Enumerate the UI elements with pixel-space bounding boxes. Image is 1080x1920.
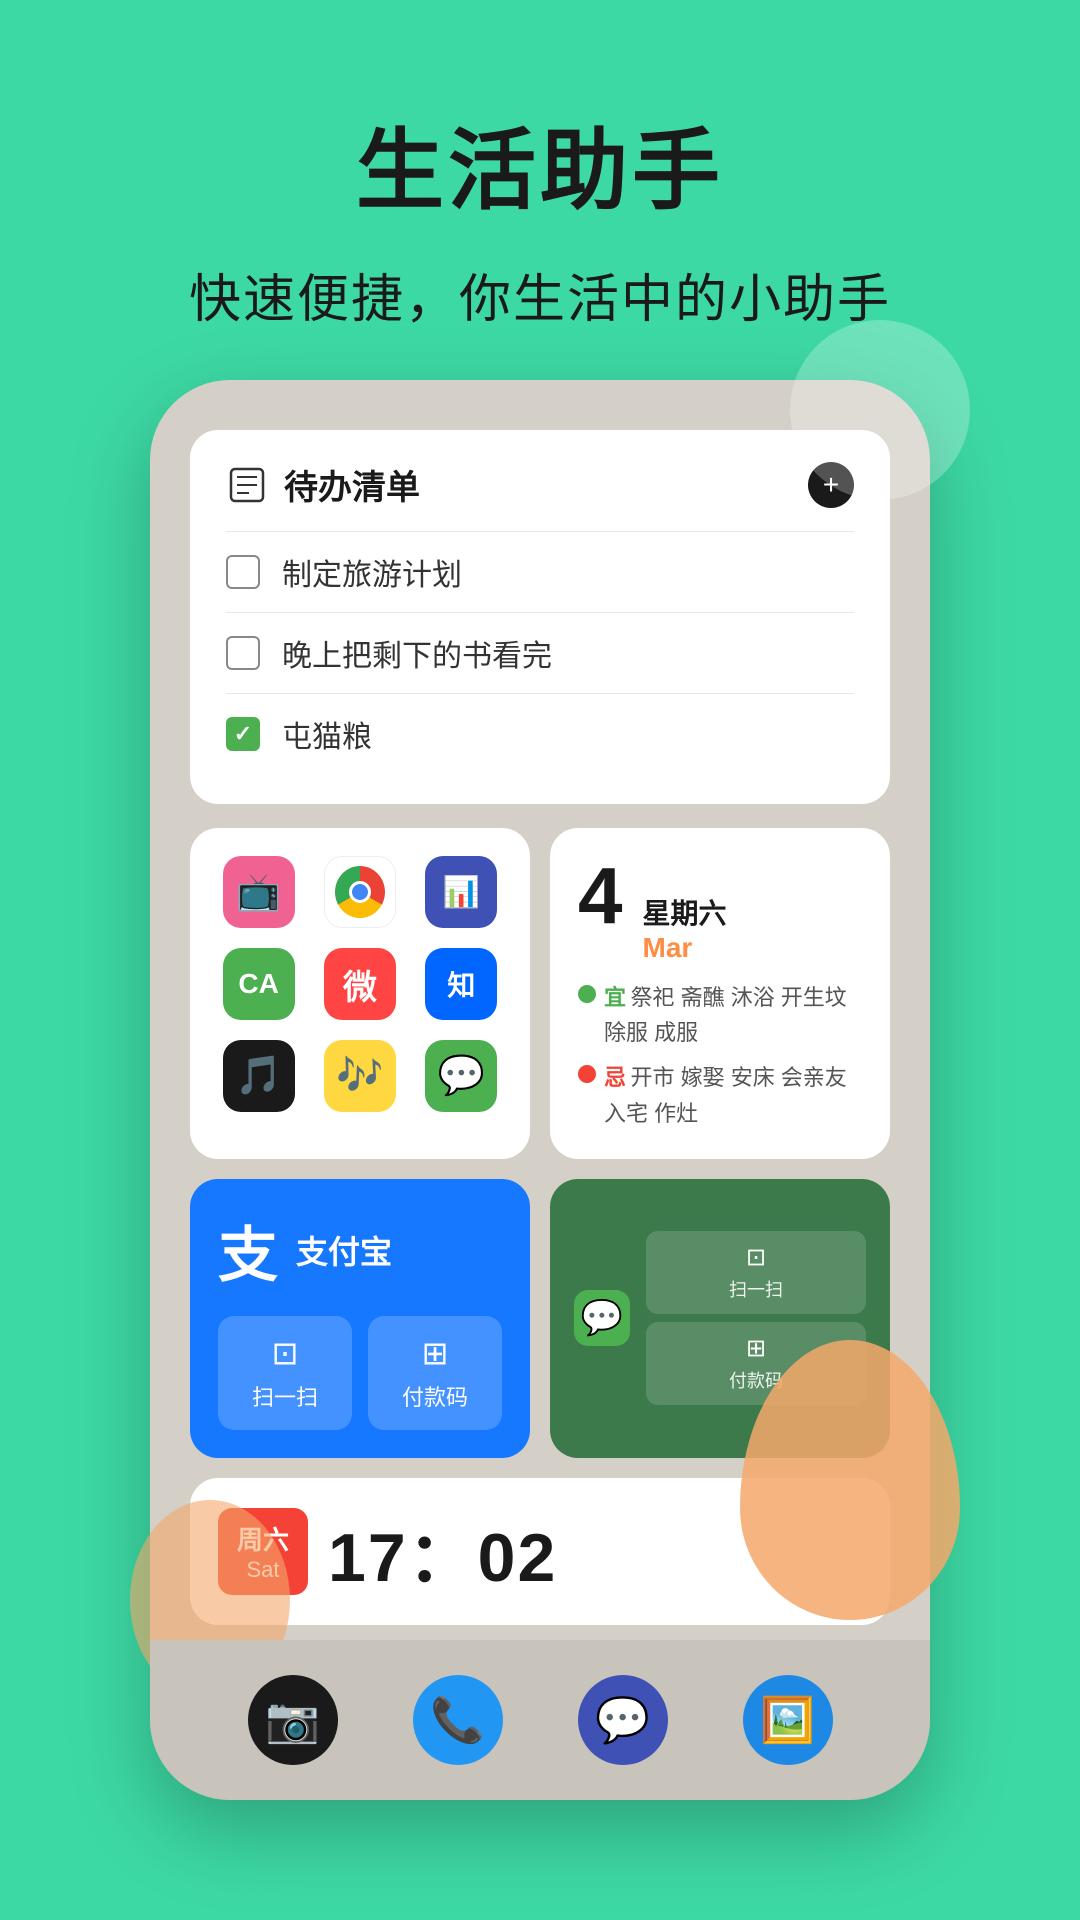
alipay-payment-label: 付款码 xyxy=(402,1380,468,1412)
widgets-row-1: 📺 📊 CA 微 知 🎵 🎶 💬 4 星期六 Ma xyxy=(190,828,890,1159)
alipay-payment-button[interactable]: ⊞ 付款码 xyxy=(368,1316,502,1430)
deco-shape-top xyxy=(790,320,970,500)
wechat-logo[interactable]: 💬 xyxy=(574,1290,630,1346)
todo-text-1: 制定旅游计划 xyxy=(282,550,462,594)
dock: 📷 📞 💬 🖼️ xyxy=(150,1640,930,1800)
checkbox-2[interactable] xyxy=(226,636,260,670)
todo-text-3: 屯猫粮 xyxy=(282,712,372,756)
alipay-scan-icon: ⊡ xyxy=(272,1334,299,1372)
cal-weekday: 星期六 xyxy=(643,892,727,932)
wechat-scan-icon: ⊡ xyxy=(746,1243,766,1272)
alipay-widget: 支 支付宝 ⊡ 扫一扫 ⊞ 付款码 xyxy=(190,1179,530,1458)
wechat-scan-button[interactable]: ⊡ 扫一扫 xyxy=(646,1231,866,1314)
app-icon-tiktok[interactable]: 🎵 xyxy=(223,1040,295,1112)
checkbox-1[interactable] xyxy=(226,555,260,589)
todo-header-left: 待办清单 xyxy=(226,460,420,509)
alipay-payment-icon: ⊞ xyxy=(422,1334,449,1372)
dock-camera[interactable]: 📷 xyxy=(248,1675,338,1765)
cal-date-row: 4 星期六 Mar xyxy=(578,856,862,964)
cal-date-meta: 星期六 Mar xyxy=(643,892,727,964)
todo-list-icon xyxy=(226,464,268,506)
dock-phone[interactable]: 📞 xyxy=(413,1675,503,1765)
inauspicious-items: 开市 嫁娶 安床 会亲友 入宅 作灶 xyxy=(604,1065,847,1125)
alipay-buttons: ⊡ 扫一扫 ⊞ 付款码 xyxy=(218,1316,502,1430)
dock-message[interactable]: 💬 xyxy=(578,1675,668,1765)
calendar-widget: 4 星期六 Mar 宜 祭祀 斋醮 沐浴 开生坟 除服 成服 xyxy=(550,828,890,1159)
auspicious-items: 祭祀 斋醮 沐浴 开生坟 除服 成服 xyxy=(604,985,847,1045)
app-icon-analytics[interactable]: 📊 xyxy=(425,856,497,928)
cal-date: 4 xyxy=(578,856,623,936)
app-icon-tv[interactable]: 📺 xyxy=(223,856,295,928)
todo-item-3[interactable]: 屯猫粮 xyxy=(226,693,854,774)
phone-mockup: 待办清单 + 制定旅游计划 晚上把剩下的书看完 屯猫粮 📺 xyxy=(150,380,930,1800)
app-icon-wechat[interactable]: 💬 xyxy=(425,1040,497,1112)
alipay-scan-button[interactable]: ⊡ 扫一扫 xyxy=(218,1316,352,1430)
app-icon-weibo[interactable]: 微 xyxy=(324,948,396,1020)
auspicious-label: 宜 xyxy=(604,985,626,1010)
checkbox-3[interactable] xyxy=(226,717,260,751)
app-icon-zhihu[interactable]: 知 xyxy=(425,948,497,1020)
todo-text-2: 晚上把剩下的书看完 xyxy=(282,631,552,675)
sub-title: 快速便捷，你生活中的小助手 xyxy=(0,257,1080,332)
app-icon-music[interactable]: 🎶 xyxy=(324,1040,396,1112)
app-grid-widget: 📺 📊 CA 微 知 🎵 🎶 💬 xyxy=(190,828,530,1159)
todo-item-1[interactable]: 制定旅游计划 xyxy=(226,531,854,612)
alipay-name: 支付宝 xyxy=(296,1227,392,1273)
todo-title: 待办清单 xyxy=(284,460,420,509)
wechat-scan-label: 扫一扫 xyxy=(729,1276,783,1302)
todo-header: 待办清单 + xyxy=(226,460,854,509)
alipay-scan-label: 扫一扫 xyxy=(252,1380,318,1412)
cal-auspicious-row: 宜 祭祀 斋醮 沐浴 开生坟 除服 成服 忌 开市 嫁娶 安床 会亲友 入宅 作… xyxy=(578,980,862,1131)
cal-month: Mar xyxy=(643,932,727,964)
app-icon-ca[interactable]: CA xyxy=(223,948,295,1020)
wechat-payment-icon: ⊞ xyxy=(746,1334,766,1363)
todo-item-2[interactable]: 晚上把剩下的书看完 xyxy=(226,612,854,693)
alipay-top: 支 支付宝 xyxy=(218,1207,502,1294)
inauspicious-label: 忌 xyxy=(604,1065,626,1090)
app-grid: 📺 📊 CA 微 知 🎵 🎶 💬 xyxy=(218,856,502,1112)
todo-widget: 待办清单 + 制定旅游计划 晚上把剩下的书看完 屯猫粮 xyxy=(190,430,890,804)
app-icon-chrome[interactable] xyxy=(324,856,396,928)
main-title: 生活助手 xyxy=(0,100,1080,227)
alipay-logo: 支 xyxy=(218,1207,278,1294)
clock-time: 17：02 xyxy=(328,1502,557,1601)
dock-gallery[interactable]: 🖼️ xyxy=(743,1675,833,1765)
